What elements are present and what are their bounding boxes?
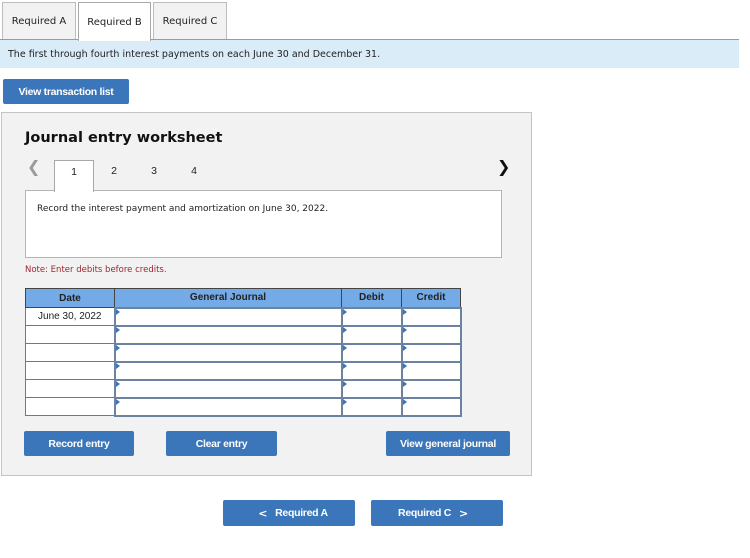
tab-required-a[interactable]: Required A: [2, 2, 76, 40]
journal-row: June 30, 2022: [25, 306, 462, 327]
input-marker-icon: [115, 326, 120, 333]
column-header-general-journal: General Journal: [114, 288, 342, 308]
debit-input[interactable]: [340, 306, 403, 327]
column-header-date: Date: [25, 288, 115, 308]
debits-credits-note: Note: Enter debits before credits.: [25, 265, 167, 275]
date-cell[interactable]: [25, 343, 115, 362]
debit-input[interactable]: [340, 342, 403, 363]
instruction-banner: The first through fourth interest paymen…: [0, 39, 739, 68]
account-select[interactable]: [113, 342, 343, 363]
credit-input[interactable]: [400, 360, 462, 381]
credit-input[interactable]: [400, 378, 462, 399]
input-marker-icon: [402, 362, 407, 369]
input-marker-icon: [402, 398, 407, 405]
record-entry-button[interactable]: Record entry: [24, 431, 134, 456]
input-marker-icon: [342, 344, 347, 351]
worksheet-title: Journal entry worksheet: [25, 130, 223, 146]
input-marker-icon: [342, 398, 347, 405]
step-tab-3[interactable]: 3: [134, 160, 174, 192]
credit-input[interactable]: [400, 324, 462, 345]
journal-row: [25, 360, 462, 381]
view-general-journal-button[interactable]: View general journal: [386, 431, 510, 456]
input-marker-icon: [342, 326, 347, 333]
credit-input[interactable]: [400, 396, 462, 417]
step-tab-4[interactable]: 4: [174, 160, 214, 192]
date-cell[interactable]: June 30, 2022: [25, 307, 115, 326]
view-transaction-list-button[interactable]: View transaction list: [3, 79, 129, 104]
input-marker-icon: [402, 308, 407, 315]
journal-row: [25, 342, 462, 363]
banner-text: The first through fourth interest paymen…: [8, 48, 381, 60]
step-tab-2[interactable]: 2: [94, 160, 134, 192]
date-cell[interactable]: [25, 361, 115, 380]
tab-required-c[interactable]: Required C: [153, 2, 227, 40]
journal-row: [25, 324, 462, 345]
input-marker-icon: [115, 362, 120, 369]
next-step-chevron-icon[interactable]: ❯: [497, 157, 510, 176]
tab-required-b[interactable]: Required B: [78, 2, 151, 41]
previous-button-label: Required A: [275, 507, 328, 519]
next-required-c-button[interactable]: Required C >: [371, 500, 503, 526]
account-select[interactable]: [113, 306, 343, 327]
column-header-credit: Credit: [401, 288, 461, 308]
input-marker-icon: [342, 380, 347, 387]
debit-input[interactable]: [340, 324, 403, 345]
debit-input[interactable]: [340, 396, 403, 417]
next-button-label: Required C: [398, 507, 452, 519]
date-cell[interactable]: [25, 397, 115, 416]
account-select[interactable]: [113, 324, 343, 345]
previous-required-a-button[interactable]: < Required A: [223, 500, 355, 526]
input-marker-icon: [402, 344, 407, 351]
debit-input[interactable]: [340, 360, 403, 381]
date-cell[interactable]: [25, 325, 115, 344]
credit-input[interactable]: [400, 306, 462, 327]
input-marker-icon: [115, 380, 120, 387]
chevron-left-icon: <: [258, 506, 268, 520]
step-tabs: 1 2 3 4: [54, 160, 214, 192]
column-header-debit: Debit: [341, 288, 402, 308]
input-marker-icon: [115, 398, 120, 405]
instruction-box: Record the interest payment and amortiza…: [25, 190, 502, 258]
input-marker-icon: [402, 380, 407, 387]
account-select[interactable]: [113, 378, 343, 399]
input-marker-icon: [115, 344, 120, 351]
instruction-text: Record the interest payment and amortiza…: [37, 204, 329, 214]
debit-input[interactable]: [340, 378, 403, 399]
input-marker-icon: [402, 326, 407, 333]
step-tab-1[interactable]: 1: [54, 160, 94, 192]
requirement-tabs: Required A Required B Required C: [2, 2, 229, 41]
journal-row: [25, 378, 462, 399]
journal-entry-worksheet: Journal entry worksheet ❮ ❯ 1 2 3 4 Reco…: [1, 112, 532, 476]
credit-input[interactable]: [400, 342, 462, 363]
journal-table: Date General Journal Debit Credit June 3…: [25, 288, 462, 417]
input-marker-icon: [115, 308, 120, 315]
journal-table-header: Date General Journal Debit Credit: [25, 288, 461, 308]
account-select[interactable]: [113, 396, 343, 417]
clear-entry-button[interactable]: Clear entry: [166, 431, 277, 456]
input-marker-icon: [342, 362, 347, 369]
journal-row: [25, 396, 462, 417]
prev-step-chevron-icon[interactable]: ❮: [27, 157, 40, 176]
date-cell[interactable]: [25, 379, 115, 398]
input-marker-icon: [342, 308, 347, 315]
account-select[interactable]: [113, 360, 343, 381]
chevron-right-icon: >: [459, 506, 468, 520]
